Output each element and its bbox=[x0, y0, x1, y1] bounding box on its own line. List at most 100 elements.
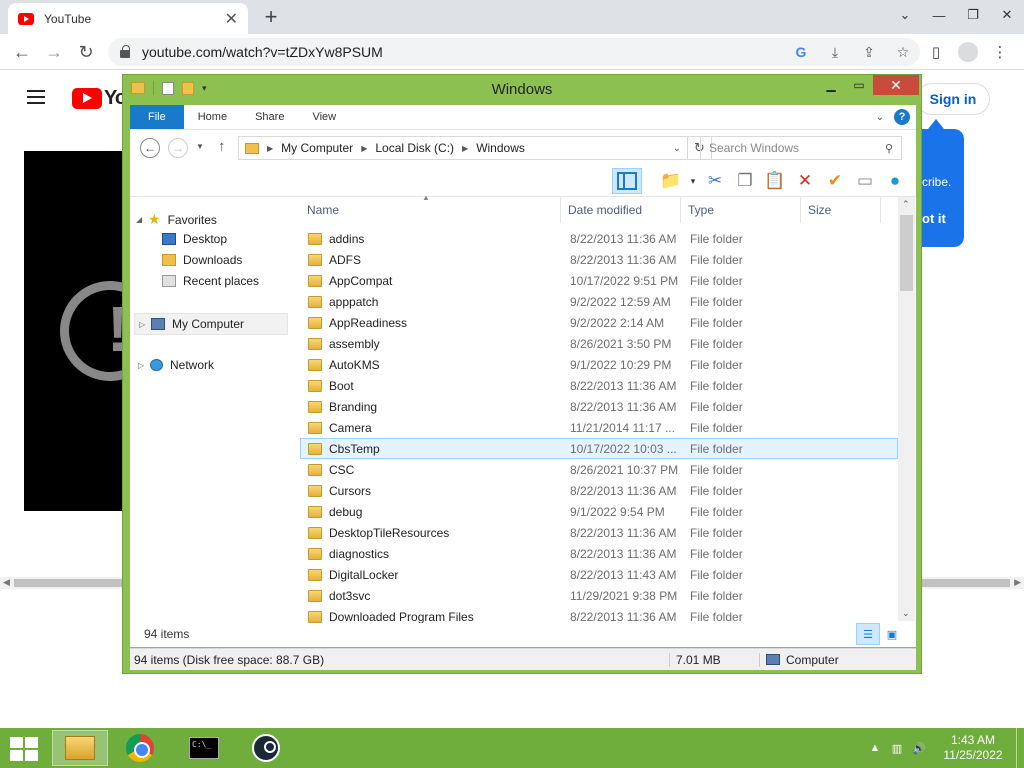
nav-downloads[interactable]: Downloads bbox=[162, 253, 242, 267]
file-name-cell[interactable]: Cursors bbox=[301, 484, 564, 498]
collapse-icon[interactable]: ◢ bbox=[136, 215, 148, 224]
file-name-cell[interactable]: diagnostics bbox=[301, 547, 564, 561]
file-name-cell[interactable]: Downloaded Program Files bbox=[301, 610, 564, 624]
show-desktop-button[interactable] bbox=[1016, 728, 1024, 768]
file-name-cell[interactable]: CbsTemp bbox=[301, 442, 564, 456]
clock[interactable]: 1:43 AM 11/25/2022 bbox=[930, 733, 1016, 763]
file-name-cell[interactable]: CSC bbox=[301, 463, 564, 477]
file-name-cell[interactable]: Boot bbox=[301, 379, 564, 393]
table-row[interactable]: apppatch 9/2/2022 12:59 AM File folder bbox=[300, 291, 898, 312]
search-input[interactable]: Search Windows ⚲ bbox=[700, 136, 902, 160]
navigation-pane-button[interactable] bbox=[612, 168, 642, 194]
up-icon[interactable]: ↑ bbox=[218, 138, 226, 155]
table-row[interactable]: AppCompat 10/17/2022 9:51 PM File folder bbox=[300, 270, 898, 291]
nav-favorites[interactable]: ◢ ★ Favorites bbox=[136, 211, 217, 228]
forward-icon[interactable]: → bbox=[42, 40, 66, 64]
taskbar-steam[interactable] bbox=[238, 730, 294, 766]
large-icons-view-icon[interactable]: ▣ bbox=[880, 623, 904, 645]
chevron-down-icon[interactable]: ⌄ bbox=[673, 143, 687, 154]
nav-network[interactable]: ▷ Network bbox=[138, 358, 214, 372]
file-name-cell[interactable]: apppatch bbox=[301, 295, 564, 309]
table-row[interactable]: DigitalLocker 8/22/2013 11:43 AM File fold… bbox=[300, 564, 898, 585]
tab-search-icon[interactable]: ⌄ bbox=[888, 0, 922, 30]
column-name[interactable]: ▲ Name bbox=[300, 193, 561, 223]
youtube-logo-icon[interactable] bbox=[72, 88, 102, 109]
hamburger-menu-icon[interactable] bbox=[27, 90, 45, 104]
file-name-cell[interactable]: DigitalLocker bbox=[301, 568, 564, 582]
vertical-scrollbar[interactable]: ⌃ ⌄ bbox=[898, 197, 915, 621]
scroll-left-icon[interactable]: ◀ bbox=[3, 577, 10, 588]
rename-icon[interactable]: ▭ bbox=[850, 168, 880, 194]
table-row[interactable]: Camera 11/21/2014 11:17 ... File folder bbox=[300, 417, 898, 438]
back-icon[interactable]: ← bbox=[140, 138, 160, 158]
show-hidden-icons-icon[interactable]: ▲ bbox=[864, 742, 886, 754]
tab-home[interactable]: Home bbox=[184, 105, 241, 129]
back-icon[interactable]: ← bbox=[10, 40, 34, 64]
table-row[interactable]: dot3svc 11/29/2021 9:38 PM File folder bbox=[300, 585, 898, 606]
taskbar-command-prompt[interactable]: C:\_ bbox=[176, 730, 232, 766]
video-player[interactable] bbox=[24, 151, 124, 511]
file-name-cell[interactable]: dot3svc bbox=[301, 589, 564, 603]
scrollbar-thumb[interactable] bbox=[900, 215, 913, 291]
install-icon[interactable]: ⤓ bbox=[818, 44, 852, 61]
details-view-icon[interactable]: ☰ bbox=[856, 623, 880, 645]
file-name-cell[interactable]: debug bbox=[301, 505, 564, 519]
file-name-cell[interactable]: ADFS bbox=[301, 253, 564, 267]
forward-icon[interactable]: → bbox=[168, 138, 188, 158]
browser-tab-youtube[interactable]: YouTube ✕ bbox=[8, 3, 248, 34]
tab-share[interactable]: Share bbox=[241, 105, 298, 129]
close-button[interactable]: ✕ bbox=[990, 0, 1024, 30]
tab-view[interactable]: View bbox=[298, 105, 350, 129]
file-name-cell[interactable]: AutoKMS bbox=[301, 358, 564, 372]
recent-locations-icon[interactable]: ▼ bbox=[196, 142, 204, 151]
table-row[interactable]: addins 8/22/2013 11:36 AM File folder bbox=[300, 228, 898, 249]
volume-icon[interactable]: 🔊 bbox=[908, 742, 930, 755]
nav-my-computer[interactable]: ▷ My Computer bbox=[134, 313, 288, 335]
sidebar-icon[interactable]: ▯ bbox=[920, 40, 952, 64]
got-it-button[interactable]: ot it bbox=[922, 211, 946, 226]
explorer-titlebar[interactable]: ▾ Windows ▁ ▭ ✕ bbox=[123, 75, 921, 103]
table-row[interactable]: diagnostics 8/22/2013 11:36 AM File folder bbox=[300, 543, 898, 564]
reload-icon[interactable]: ↻ bbox=[74, 40, 98, 64]
file-name-cell[interactable]: AppReadiness bbox=[301, 316, 564, 330]
file-name-cell[interactable]: AppCompat bbox=[301, 274, 564, 288]
file-name-cell[interactable]: addins bbox=[301, 232, 564, 246]
paste-icon[interactable]: 📋 bbox=[760, 168, 790, 194]
maximize-button[interactable]: ▭ bbox=[845, 75, 873, 95]
file-name-cell[interactable]: Camera bbox=[301, 421, 564, 435]
file-name-cell[interactable]: assembly bbox=[301, 337, 564, 351]
chevron-right-icon[interactable]: ▶ bbox=[361, 144, 367, 153]
table-row[interactable]: CSC 8/26/2021 10:37 PM File folder bbox=[300, 459, 898, 480]
menu-icon[interactable]: ⋮ bbox=[984, 40, 1016, 64]
address-bar[interactable]: youtube.com/watch?v=tZDxYw8PSUM G ⤓ ⇪ ☆ bbox=[108, 38, 920, 66]
lock-icon[interactable] bbox=[120, 44, 130, 58]
scroll-down-icon[interactable]: ⌄ bbox=[902, 608, 910, 619]
restore-button[interactable]: ❐ bbox=[956, 0, 990, 30]
chevron-down-icon[interactable]: ▾ bbox=[686, 168, 700, 194]
cut-icon[interactable]: ✂ bbox=[700, 168, 730, 194]
tab-close-icon[interactable]: ✕ bbox=[225, 9, 238, 29]
breadcrumb-windows[interactable]: Windows bbox=[476, 141, 525, 155]
file-name-cell[interactable]: DesktopTileResources bbox=[301, 526, 564, 540]
new-tab-button[interactable]: + bbox=[258, 4, 284, 30]
copy-icon[interactable]: ❐ bbox=[730, 168, 760, 194]
search-icon[interactable]: ⚲ bbox=[885, 142, 893, 155]
profile-icon[interactable] bbox=[958, 42, 978, 62]
breadcrumb-my-computer[interactable]: My Computer bbox=[281, 141, 353, 155]
table-row[interactable]: Branding 8/22/2013 11:36 AM File folder bbox=[300, 396, 898, 417]
help-icon[interactable]: ? bbox=[894, 109, 910, 125]
close-button[interactable]: ✕ bbox=[873, 75, 919, 95]
nav-desktop[interactable]: Desktop bbox=[162, 232, 227, 246]
move-to-icon[interactable]: 📁 bbox=[656, 168, 686, 194]
column-size[interactable]: Size bbox=[801, 197, 881, 223]
breadcrumb-local-disk[interactable]: Local Disk (C:) bbox=[375, 141, 454, 155]
delete-icon[interactable]: ✕ bbox=[790, 168, 820, 194]
url-text[interactable]: youtube.com/watch?v=tZDxYw8PSUM bbox=[142, 44, 784, 60]
expand-icon[interactable]: ▷ bbox=[139, 320, 151, 329]
nav-recent-places[interactable]: Recent places bbox=[162, 274, 259, 288]
table-row[interactable]: AppReadiness 9/2/2022 2:14 AM File folder bbox=[300, 312, 898, 333]
scroll-up-icon[interactable]: ⌃ bbox=[902, 199, 910, 210]
start-button[interactable] bbox=[10, 737, 38, 761]
table-row[interactable]: AutoKMS 9/1/2022 10:29 PM File folder bbox=[300, 354, 898, 375]
address-bar[interactable]: ▶ My Computer ▶ Local Disk (C:) ▶ Window… bbox=[238, 136, 688, 160]
